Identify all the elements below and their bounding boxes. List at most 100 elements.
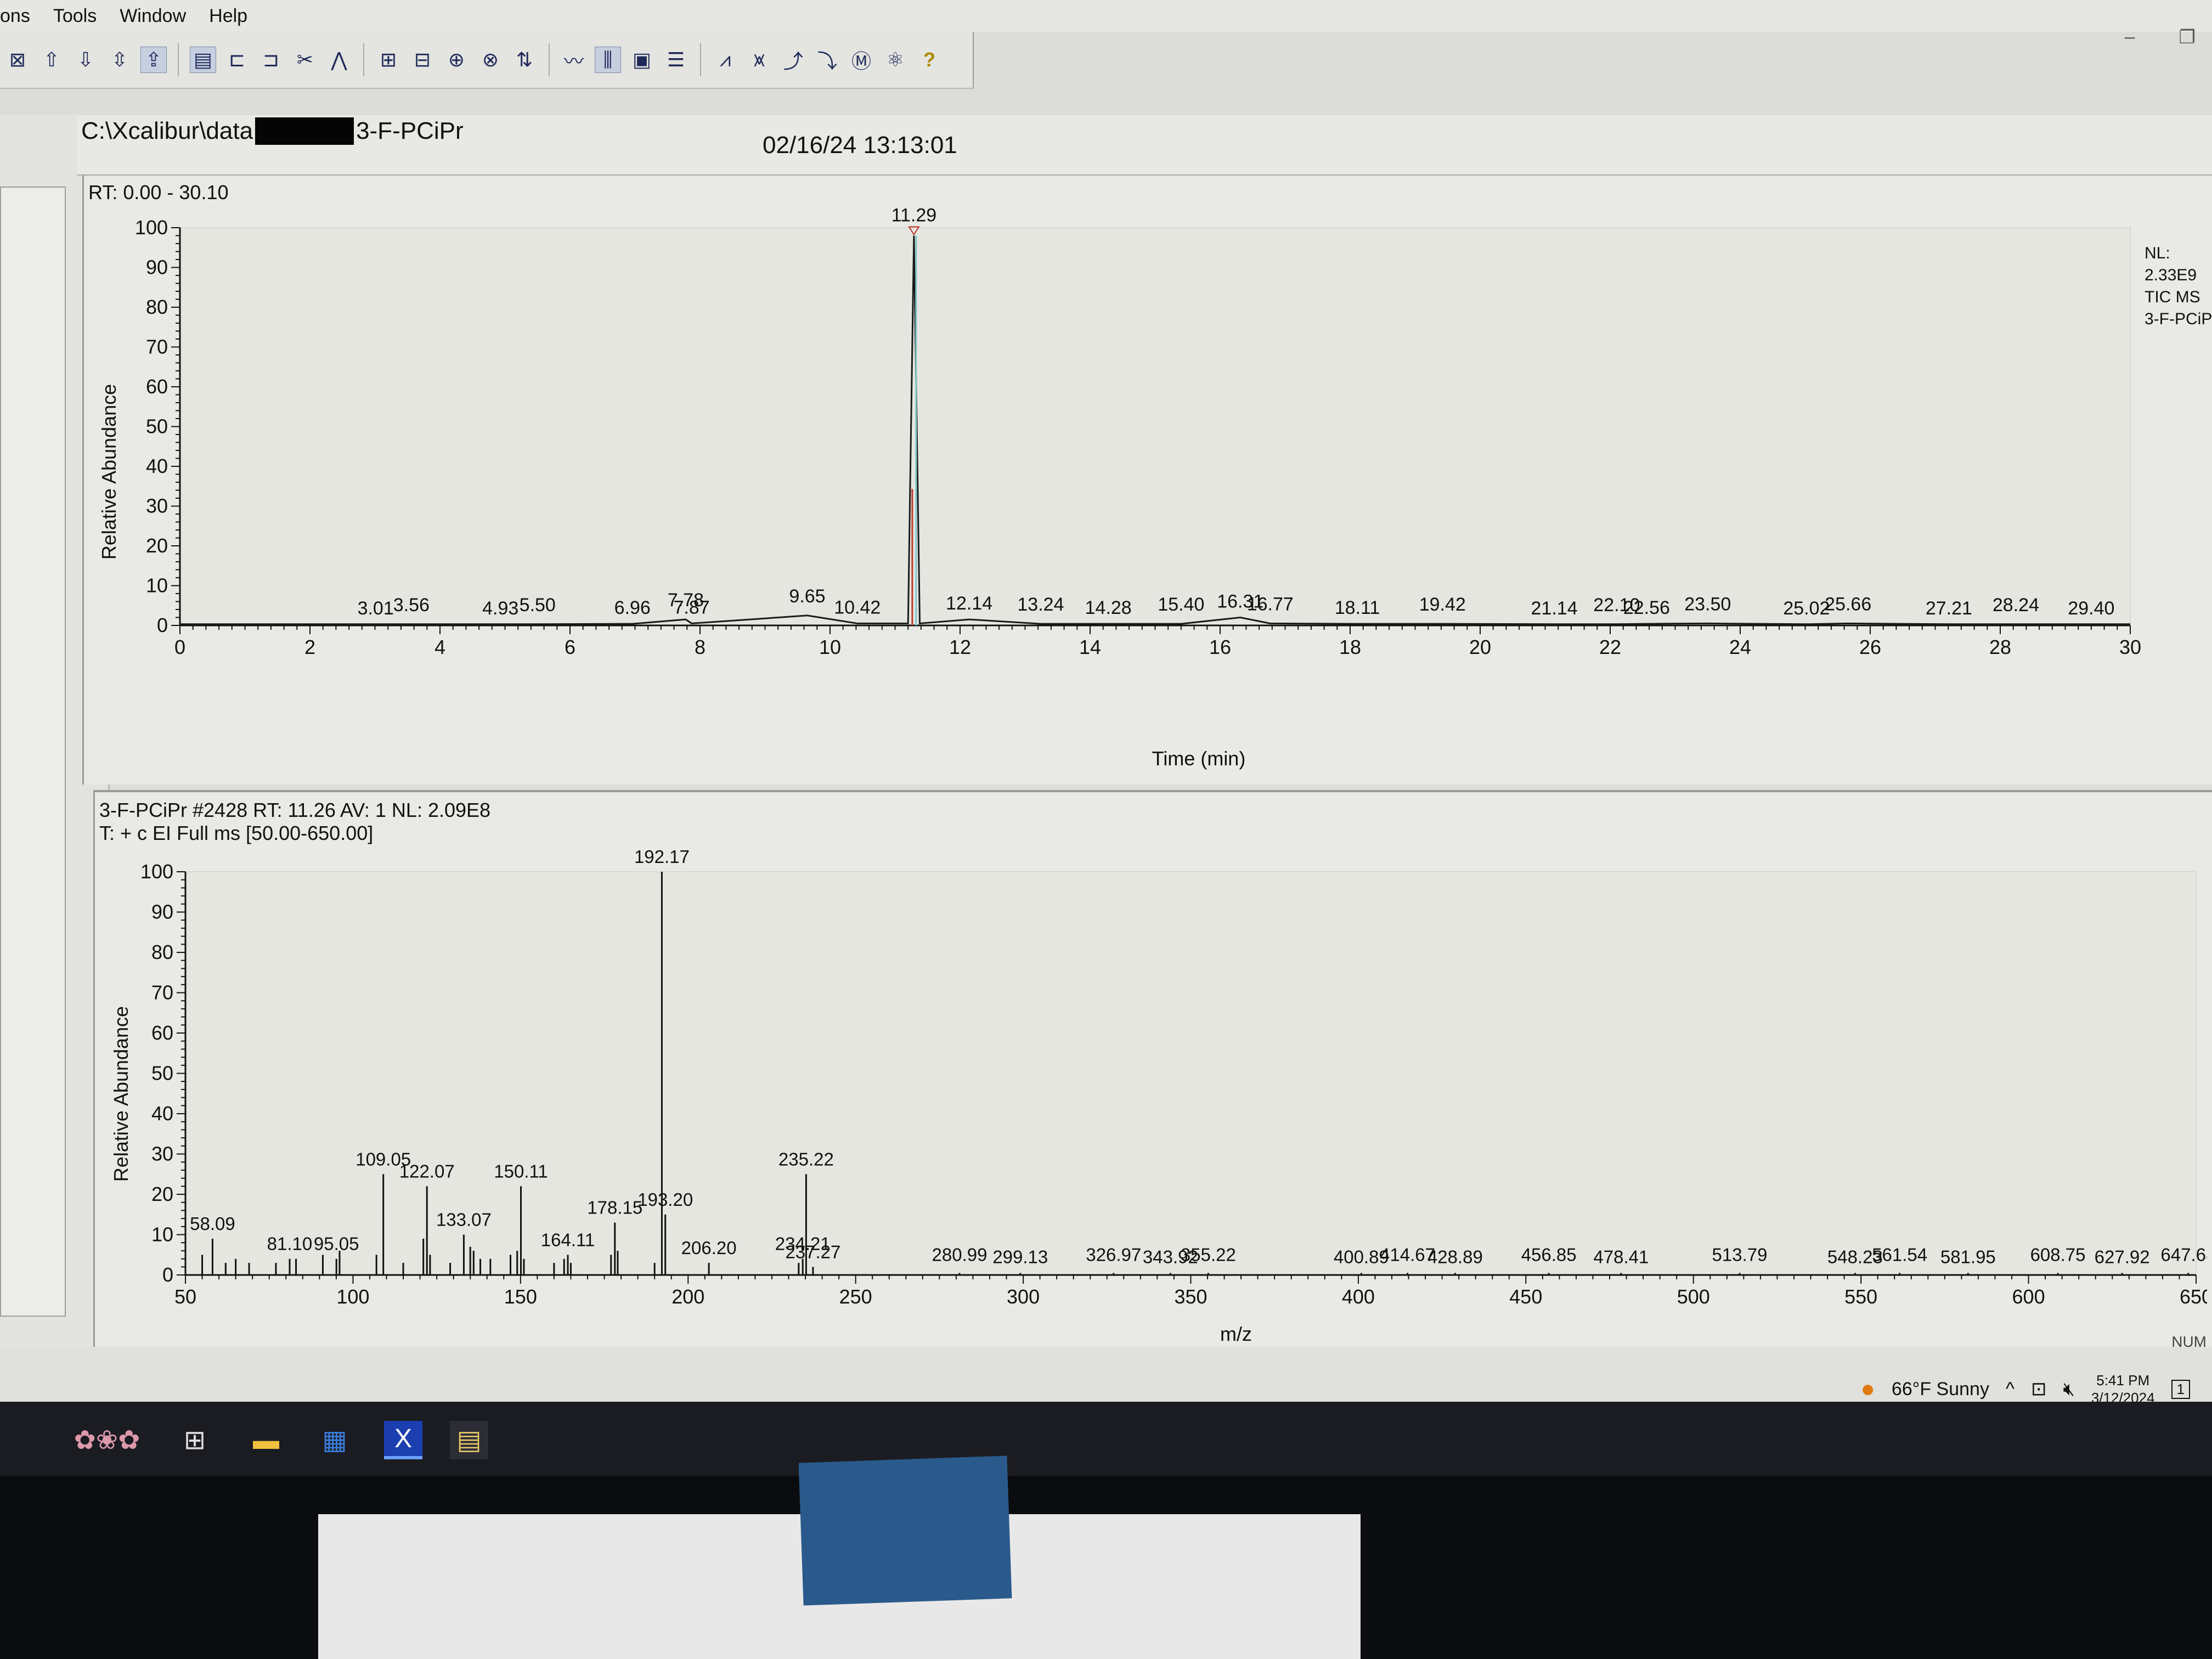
chrom-info-scan: TIC MS	[2145, 288, 2200, 306]
structure-icon[interactable]: ⚛	[882, 47, 909, 73]
list-icon[interactable]: ☰	[663, 47, 689, 73]
arrow-down-icon[interactable]: ⇩	[72, 47, 99, 73]
chrom-x-tick-label: 12	[949, 636, 971, 658]
chromatogram-plot[interactable]: Relative Abundance Time (min) 0102030405…	[84, 176, 2141, 779]
spec-x-tick-label: 300	[1007, 1285, 1040, 1308]
chrom-peak-label: 22.56	[1623, 597, 1670, 618]
chromatogram-icon[interactable]: 〰	[561, 47, 587, 73]
menu-help[interactable]: Help	[209, 5, 247, 27]
restore-icon[interactable]: ❐	[2179, 26, 2196, 48]
chrom-y-tick-label: 30	[146, 495, 168, 517]
chrom-peak-label: 10.42	[834, 597, 881, 618]
spec-peak-label: 178.15	[587, 1197, 642, 1217]
zoom-reset-icon[interactable]: ⊠	[4, 47, 31, 73]
chrom-x-tick-label: 10	[819, 636, 841, 658]
report-icon[interactable]: ▣	[629, 47, 655, 73]
spec-x-tick-label: 350	[1174, 1285, 1207, 1308]
peak-detect-all-icon[interactable]: ⩙	[746, 47, 772, 73]
spec-peak-label: 150.11	[494, 1161, 548, 1181]
file-explorer-icon[interactable]: ▬	[247, 1421, 285, 1459]
file-path-prefix: C:\Xcalibur\data	[81, 117, 253, 144]
num-lock-indicator: NUM	[2171, 1333, 2207, 1350]
chrom-y-tick-label: 10	[146, 574, 168, 597]
left-panel-list[interactable]	[0, 187, 66, 1317]
spec-y-tick-label: 90	[151, 901, 173, 923]
qual-browser-icon[interactable]: ▤	[450, 1421, 488, 1459]
network-icon[interactable]: ⊡	[2031, 1378, 2047, 1400]
chrom-peak-label: 18.11	[1335, 597, 1380, 618]
chrom-info: NL: 2.33E9 TIC MS 3-F-PCiP	[2145, 242, 2212, 330]
chromatogram-pane[interactable]: RT: 0.00 - 30.10 NL: 2.33E9 TIC MS 3-F-P…	[82, 176, 2212, 785]
menu-tools[interactable]: Tools	[53, 5, 97, 27]
xcalibur-app-icon[interactable]: X	[384, 1421, 422, 1459]
spec-peak-label: 561.54	[1872, 1244, 1927, 1265]
arrow-up-icon[interactable]: ⇧	[38, 47, 65, 73]
layout-stack-icon[interactable]: ⊐	[258, 47, 284, 73]
spec-peak-label: 193.20	[637, 1189, 693, 1210]
chrom-peak-label: 15.40	[1158, 594, 1204, 615]
chrom-y-tick-label: 0	[157, 614, 168, 636]
chrom-y-tick-label: 70	[146, 336, 168, 358]
spec-peak-label: 280.99	[932, 1244, 987, 1265]
grid-split-icon[interactable]: ⊟	[409, 47, 436, 73]
chrom-y-tick-label: 100	[135, 216, 168, 239]
chrom-x-tick-label: 20	[1469, 636, 1491, 658]
layout-icon[interactable]: ⊏	[224, 47, 250, 73]
cross-icon[interactable]: ⊕	[443, 47, 470, 73]
task-view-icon[interactable]: ⊞	[176, 1421, 214, 1459]
tape-on-bezel	[798, 1455, 1012, 1606]
spec-x-axis-label: m/z	[1220, 1323, 1252, 1345]
weather-icon[interactable]: ●	[1860, 1375, 1875, 1403]
chrom-x-tick-label: 4	[435, 636, 445, 658]
spec-peak-label: 192.17	[634, 847, 690, 867]
chrom-x-tick-label: 2	[304, 636, 315, 658]
menu-window[interactable]: Window	[120, 5, 186, 27]
spec-y-tick-label: 20	[151, 1183, 173, 1205]
spectrum-icon[interactable]: ⫼	[595, 47, 621, 73]
spectrum-pane[interactable]: 3-F-PCiPr #2428 RT: 11.26 AV: 1 NL: 2.09…	[93, 790, 2212, 1393]
spectrum-plot[interactable]: Relative Abundance m/z 0 10 20 30 40 50 60 70 80…	[95, 792, 2207, 1390]
grid-icon[interactable]: ⊞	[375, 47, 402, 73]
chrom-x-tick-label: 0	[174, 636, 185, 658]
sort-icon[interactable]: ⇅	[511, 47, 538, 73]
chrom-x-tick-label: 6	[565, 636, 575, 658]
spec-x-tick-label: 200	[672, 1285, 704, 1308]
peak-detect-icon[interactable]: ⩘	[712, 47, 738, 73]
mass-icon[interactable]: Ⓜ	[848, 47, 874, 73]
notification-icon[interactable]: 1	[2171, 1379, 2190, 1399]
help-icon[interactable]: ?	[916, 47, 943, 73]
chrom-x-tick-label: 8	[695, 636, 706, 658]
minimize-icon[interactable]: –	[2125, 26, 2135, 48]
spec-peak-label: 81.10	[267, 1234, 313, 1254]
spec-y-tick-label: 100	[140, 860, 173, 883]
cut-icon[interactable]: ✂	[292, 47, 318, 73]
display-options-icon[interactable]: ▤	[190, 47, 216, 73]
library-browse-icon[interactable]: ⤵	[814, 47, 840, 73]
chrom-peak-label: 5.50	[520, 595, 556, 616]
chevron-up-icon[interactable]: ^	[2006, 1379, 2015, 1400]
library-search-icon[interactable]: ⤴	[780, 47, 806, 73]
chrom-peak-label: 25.02	[1783, 598, 1830, 619]
chrom-info-nl: NL:	[2145, 244, 2170, 262]
arrow-updown-icon[interactable]: ⇳	[106, 47, 133, 73]
speaker-muted-icon[interactable]: 🔇︎	[2063, 1379, 2074, 1400]
chrom-plot-area	[179, 227, 2131, 626]
weather-text[interactable]: 66°F Sunny	[1892, 1379, 1989, 1400]
spec-y-tick-label: 70	[151, 981, 173, 1004]
spec-y-axis-label: Relative Abundance	[110, 1006, 132, 1182]
spec-y-tick-label: 10	[151, 1223, 173, 1246]
chrom-peak-label: 27.21	[1926, 598, 1972, 619]
target-icon[interactable]: ⊗	[477, 47, 504, 73]
chrom-y-tick-label: 20	[146, 534, 168, 557]
menu-options[interactable]: ons	[0, 5, 30, 27]
chrom-x-axis-label: Time (min)	[1152, 747, 1246, 770]
spec-peak-label: 581.95	[1940, 1246, 1996, 1267]
spec-y-tick-label: 30	[151, 1143, 173, 1165]
store-icon[interactable]: ▦	[315, 1421, 354, 1459]
peak-icon[interactable]: ⋀	[326, 47, 352, 73]
autoscale-icon[interactable]: ⇪	[140, 47, 167, 73]
chrom-x-tick-label: 28	[1989, 636, 2011, 658]
spec-x-tick-label: 500	[1677, 1285, 1710, 1308]
flowers-start-icon[interactable]: ✿❀✿	[60, 1421, 154, 1459]
spec-peak-label: 133.07	[436, 1210, 492, 1230]
